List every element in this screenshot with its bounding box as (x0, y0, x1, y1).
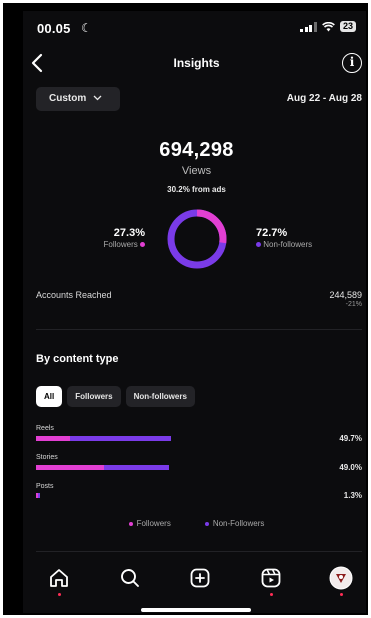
moon-icon: ☾ (81, 21, 92, 35)
nonfollowers-dot (256, 242, 261, 248)
wifi-icon (322, 21, 335, 31)
legend-nonfollowers: Non-Followers (204, 519, 265, 528)
followers-percent: 27.3% (113, 227, 145, 239)
create-icon[interactable] (188, 566, 212, 590)
tab-followers[interactable]: Followers (67, 386, 121, 407)
legend-followers: Followers (128, 519, 171, 528)
ads-note: 30.2% from ads (167, 185, 226, 194)
date-filter-label: Custom (49, 93, 87, 104)
followers-caption: Followers (23, 240, 145, 249)
home-icon[interactable] (47, 566, 71, 590)
home-notification-dot (57, 593, 61, 596)
stories-followers-segment (36, 465, 104, 470)
content-type-tabs: All Followers Non-followers (36, 386, 195, 407)
content-type-title: By content type (36, 353, 119, 365)
reels-icon[interactable] (259, 566, 283, 590)
signal-icon (300, 21, 317, 32)
battery-indicator: 23 (339, 21, 356, 32)
section-divider (36, 329, 362, 330)
app-header: Insights i (23, 51, 366, 81)
followers-label: Followers (103, 240, 138, 249)
stories-nonfollowers-segment (103, 465, 170, 470)
reels-label: Reels (36, 425, 54, 432)
status-icons: 23 (300, 21, 356, 32)
device-frame: 00.05 ☾ 23 Insights i Custom Aug 22 - Au… (3, 3, 368, 615)
chevron-down-icon (93, 95, 102, 101)
nonfollowers-caption: Non-followers (256, 240, 312, 249)
search-icon[interactable] (118, 566, 142, 590)
page-title: Insights (173, 56, 220, 70)
reels-followers-segment (36, 436, 70, 441)
reels-percent: 49.7% (339, 434, 362, 443)
audience-donut-chart (167, 209, 227, 269)
screen: 00.05 ☾ 23 Insights i Custom Aug 22 - Au… (23, 11, 366, 613)
views-label: Views (181, 165, 212, 177)
tab-non-followers[interactable]: Non-followers (125, 386, 195, 407)
accounts-reached-label[interactable]: Accounts Reached (36, 290, 112, 300)
reels-nonfollowers-segment (69, 436, 171, 441)
legend-followers-label: Followers (136, 519, 171, 528)
profile-avatar[interactable] (329, 566, 353, 590)
stories-label: Stories (36, 454, 58, 461)
posts-nonfollowers-segment (37, 493, 40, 498)
tab-all[interactable]: All (36, 386, 63, 407)
views-count: 694,298 (159, 139, 234, 161)
date-range: Aug 22 - Aug 28 (286, 93, 362, 104)
content-type-legend: Followers Non-Followers (23, 519, 366, 528)
reels-notification-dot (269, 593, 273, 596)
nonfollowers-label: Non-followers (263, 240, 313, 249)
info-button[interactable]: i (342, 53, 362, 73)
status-time: 00.05 (37, 21, 71, 36)
legend-nonfollowers-dot (204, 521, 209, 526)
date-filter-dropdown[interactable]: Custom (36, 87, 120, 111)
posts-percent: 1.3% (343, 491, 362, 500)
posts-label: Posts (36, 483, 54, 490)
stories-percent: 49.0% (339, 463, 362, 472)
followers-dot (140, 242, 145, 248)
posts-bar (36, 493, 40, 498)
home-indicator (141, 608, 251, 612)
bottom-nav (23, 566, 366, 596)
accounts-reached-value: 244,589 (329, 290, 362, 300)
accounts-reached-change: -21% (345, 301, 362, 308)
nonfollowers-percent: 72.7% (256, 227, 288, 239)
status-bar: 00.05 ☾ 23 (23, 11, 366, 43)
legend-nonfollowers-label: Non-Followers (212, 519, 265, 528)
stories-bar (36, 465, 170, 470)
legend-followers-dot (128, 521, 133, 526)
profile-notification-dot (339, 593, 343, 596)
nav-divider (36, 551, 362, 552)
reels-bar (36, 436, 171, 441)
